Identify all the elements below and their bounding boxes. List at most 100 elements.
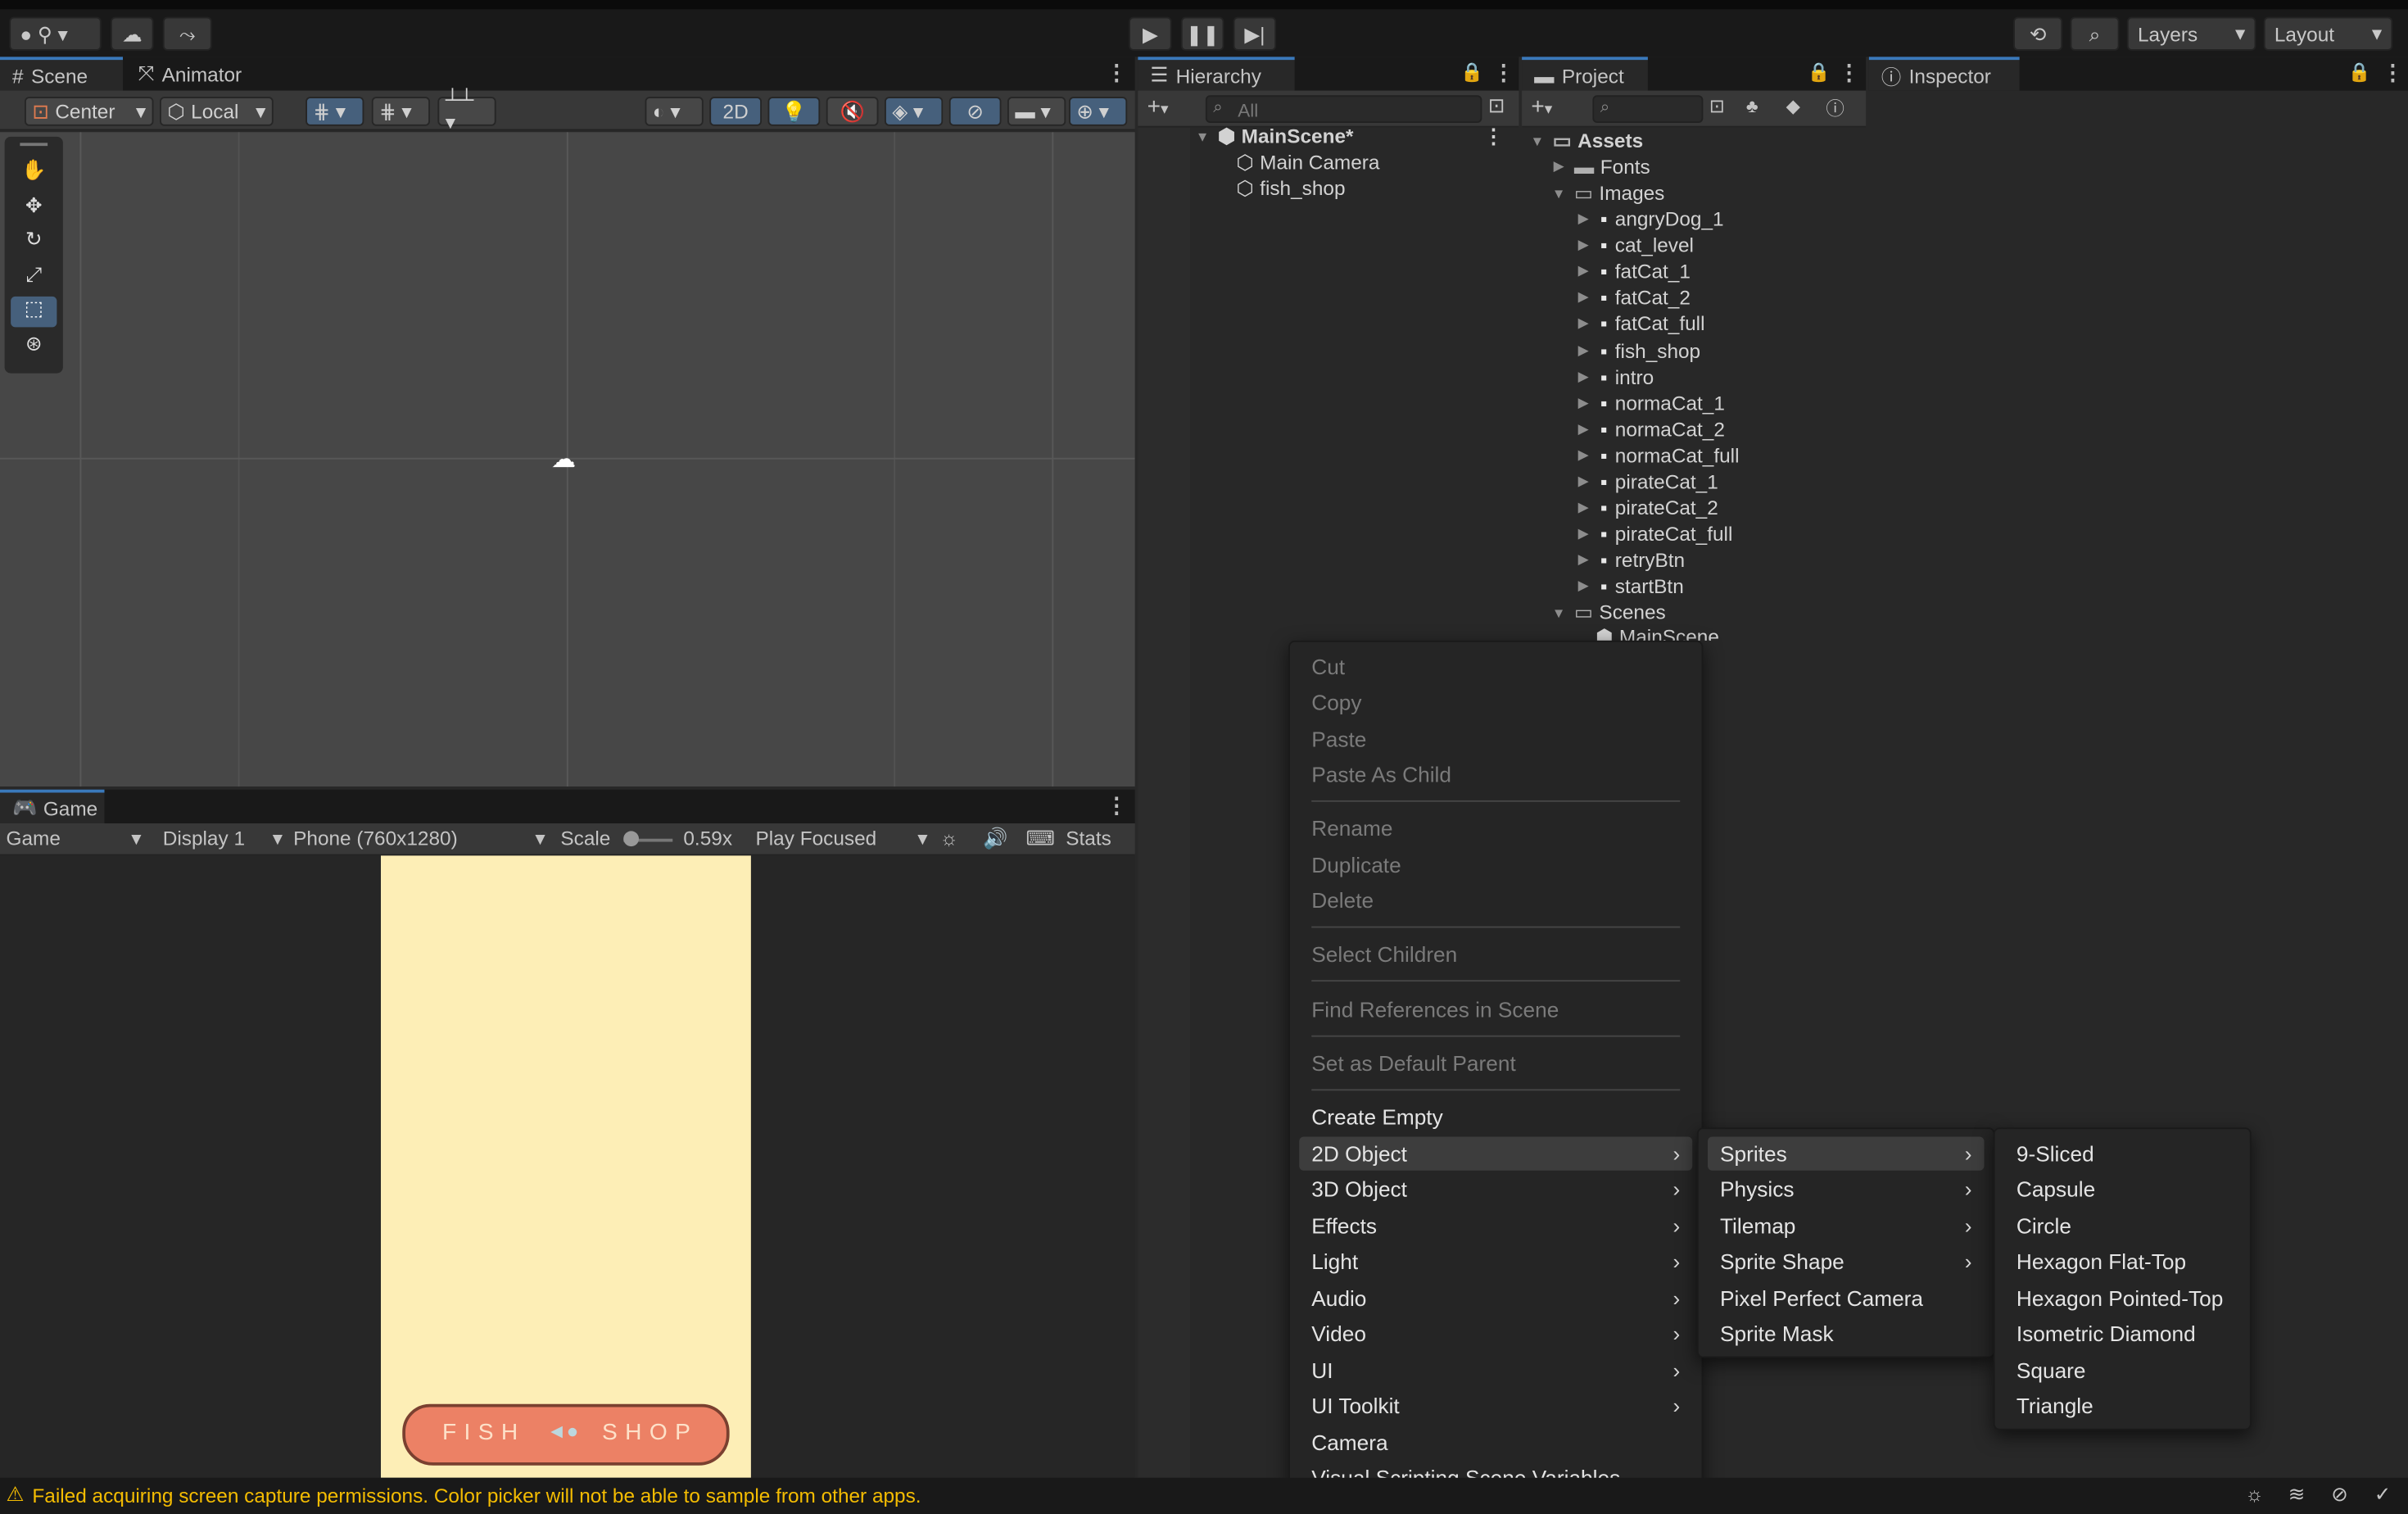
game-view[interactable]: FISH ◄● SHOP xyxy=(0,855,1135,1478)
play-mode-dropdown[interactable]: Play Focused ▾ xyxy=(756,827,928,850)
history-button[interactable]: ⟲ xyxy=(2013,16,2063,51)
cloud-button[interactable]: ☁ xyxy=(111,16,154,51)
resolution-dropdown[interactable]: Phone (760x1280) ▾ xyxy=(293,827,545,850)
list-item[interactable]: ⬡ Main Camera xyxy=(1236,149,1379,175)
more-options-icon[interactable]: ⋮ xyxy=(1106,793,1127,819)
hierarchy-search[interactable]: ⌕ All xyxy=(1205,95,1482,123)
more-options-icon[interactable]: ⋮ xyxy=(1838,60,1859,86)
layout-dropdown[interactable]: Layout ▾ xyxy=(2263,16,2393,51)
more-options-icon[interactable]: ⋮ xyxy=(1493,60,1514,86)
layers-status-icon[interactable]: ≋ xyxy=(2288,1482,2305,1507)
collab-button[interactable]: ⤳ xyxy=(162,16,212,51)
list-item[interactable]: ▶ ▪ fish_shop xyxy=(1574,338,1701,364)
scene-asset[interactable]: ⬢ MainScene xyxy=(1596,625,1719,641)
menu-item-sprite-shape[interactable]: Sprite Shape › xyxy=(1708,1244,1985,1278)
grid-visibility-toggle[interactable]: ⋕ ▾ xyxy=(371,97,430,126)
rect-tool-icon[interactable]: ⬚ xyxy=(11,296,57,328)
audio-toggle[interactable]: 🔇 xyxy=(826,97,879,126)
menu-item-sprite-mask[interactable]: Sprite Mask xyxy=(1708,1317,1985,1350)
lock-icon[interactable]: 🔒 xyxy=(2348,61,2371,83)
camera-dropdown[interactable]: ▬ ▾ xyxy=(1007,97,1066,126)
bug-icon[interactable]: ☼ xyxy=(940,827,958,850)
menu-item-circle[interactable]: Circle xyxy=(2004,1209,2241,1243)
check-icon[interactable]: ✓ xyxy=(2374,1482,2391,1507)
layers-dropdown[interactable]: Layers ▾ xyxy=(2126,16,2256,51)
list-item[interactable]: ▶ ▪ pirateCat_2 xyxy=(1574,495,1718,521)
rotate-tool-icon[interactable]: ↻ xyxy=(11,228,57,259)
account-button[interactable]: ● ⚲ ▾ xyxy=(9,16,102,51)
tab-animator[interactable]: ⤧ Animator xyxy=(126,57,254,90)
step-button[interactable]: ▶| xyxy=(1233,16,1277,51)
scale-tool-icon[interactable]: ⤢ xyxy=(11,263,57,294)
visibility-toggle[interactable]: ⊘ xyxy=(948,97,1002,126)
list-item[interactable]: ▶ ▪ intro xyxy=(1574,364,1654,390)
search-by-type-icon[interactable]: ⊡ xyxy=(1709,95,1725,116)
increment-snap-toggle[interactable]: ┴┴ ▾ xyxy=(437,88,496,134)
list-item[interactable]: ▶ ▪ retryBtn xyxy=(1574,547,1685,573)
list-item[interactable]: ▶ ▪ normaCat_full xyxy=(1574,442,1740,469)
menu-item-hexagon-flat-top[interactable]: Hexagon Flat-Top xyxy=(2004,1244,2241,1278)
lock-icon[interactable]: 🔒 xyxy=(1808,61,1831,83)
stats-button[interactable]: Stats xyxy=(1066,827,1111,850)
audio-icon[interactable]: 🔊 xyxy=(983,827,1007,851)
tag-icon[interactable]: ◆ xyxy=(1786,95,1800,116)
2d-toggle[interactable]: 2D xyxy=(709,97,762,126)
list-item[interactable]: ▶ ▪ startBtn xyxy=(1574,573,1684,600)
grid-snap-toggle[interactable]: ⋕ ▾ xyxy=(306,97,364,126)
list-item[interactable]: ⬡ fish_shop xyxy=(1236,175,1345,202)
list-item[interactable]: ▶ ▪ fatCat_full xyxy=(1574,311,1705,337)
list-item[interactable]: ▶ ▪ normaCat_2 xyxy=(1574,416,1725,442)
list-item[interactable]: ▶ ▪ fatCat_2 xyxy=(1574,284,1691,311)
camera-gizmo-icon[interactable]: ☁ xyxy=(551,444,576,475)
search-options-icon[interactable]: ⊡ xyxy=(1488,93,1505,118)
menu-item-3d-object[interactable]: 3D Object › xyxy=(1299,1172,1692,1206)
add-asset-button[interactable]: +▾ xyxy=(1531,93,1552,120)
lock-icon[interactable]: 🔒 xyxy=(1460,61,1483,83)
list-item[interactable]: ▶ ▪ angryDog_1 xyxy=(1574,206,1724,232)
list-item[interactable]: ▶ ▪ pirateCat_full xyxy=(1574,521,1733,547)
more-options-icon[interactable]: ⋮ xyxy=(2382,60,2403,86)
display-dropdown[interactable]: Display 1 ▾ xyxy=(163,827,283,850)
scene-view[interactable]: ☁ ✋ ✥ ↻ ⤢ ⬚ ⊛ xyxy=(0,132,1135,786)
drag-handle[interactable] xyxy=(20,143,48,147)
menu-item-square[interactable]: Square xyxy=(2004,1353,2241,1387)
info-icon[interactable]: ⓘ xyxy=(1826,95,1844,121)
more-options-icon[interactable]: ⋮ xyxy=(1483,124,1503,148)
list-item[interactable]: ▶ ▪ normaCat_1 xyxy=(1574,390,1725,416)
menu-item-hexagon-pointed-top[interactable]: Hexagon Pointed-Top xyxy=(2004,1281,2241,1315)
effects-dropdown[interactable]: ◈ ▾ xyxy=(885,97,944,126)
menu-item-pixel-perfect-camera[interactable]: Pixel Perfect Camera xyxy=(1708,1281,1985,1315)
hand-tool-icon[interactable]: ✋ xyxy=(11,158,57,189)
menu-item-ui-toolkit[interactable]: UI Toolkit › xyxy=(1299,1389,1692,1422)
menu-item-9-sliced[interactable]: 9-Sliced xyxy=(2004,1137,2241,1171)
scale-slider-handle[interactable] xyxy=(623,831,639,847)
menu-item-capsule[interactable]: Capsule xyxy=(2004,1172,2241,1206)
keyboard-icon[interactable]: ⌨ xyxy=(1026,827,1055,851)
auto-generate-lighting-icon[interactable]: ⊘ xyxy=(2331,1482,2347,1507)
shading-dropdown[interactable]: ◐ ▾ xyxy=(645,97,704,126)
move-tool-icon[interactable]: ✥ xyxy=(11,193,57,224)
search-button[interactable]: ⌕ xyxy=(2070,16,2120,51)
menu-item-video[interactable]: Video › xyxy=(1299,1317,1692,1350)
menu-item-physics[interactable]: Physics › xyxy=(1708,1172,1985,1206)
gizmos-dropdown[interactable]: ⊕ ▾ xyxy=(1069,97,1128,126)
menu-item-light[interactable]: Light › xyxy=(1299,1244,1692,1278)
tab-inspector[interactable]: ⓘ Inspector xyxy=(1868,57,2020,91)
add-button[interactable]: +▾ xyxy=(1147,93,1169,120)
menu-item-ui[interactable]: UI › xyxy=(1299,1353,1692,1387)
tab-project[interactable]: ▬ Project xyxy=(1522,57,1648,91)
pivot-dropdown[interactable]: ⊡ Center ▾ xyxy=(25,97,154,126)
tab-game[interactable]: 🎮 Game xyxy=(0,789,105,823)
menu-item-sprites[interactable]: Sprites › xyxy=(1708,1136,1985,1171)
tab-hierarchy[interactable]: ☰ Hierarchy xyxy=(1138,57,1295,91)
scene-root[interactable]: ▼ ⬢ MainScene* ⋮ xyxy=(1193,123,1516,149)
space-dropdown[interactable]: ⬡ Local ▾ xyxy=(160,97,274,126)
search-by-label-icon[interactable]: ♣ xyxy=(1746,95,1758,116)
menu-item-triangle[interactable]: Triangle xyxy=(2004,1389,2241,1422)
menu-item-create-empty[interactable]: Create Empty xyxy=(1299,1100,1692,1134)
menu-item-camera[interactable]: Camera xyxy=(1299,1426,1692,1459)
list-item[interactable]: ▶ ▪ cat_level xyxy=(1574,232,1694,258)
status-message[interactable]: Failed acquiring screen capture permissi… xyxy=(32,1484,921,1507)
menu-item-2d-object[interactable]: 2D Object › xyxy=(1299,1136,1693,1171)
view-dropdown[interactable]: Game ▾ xyxy=(7,827,145,850)
